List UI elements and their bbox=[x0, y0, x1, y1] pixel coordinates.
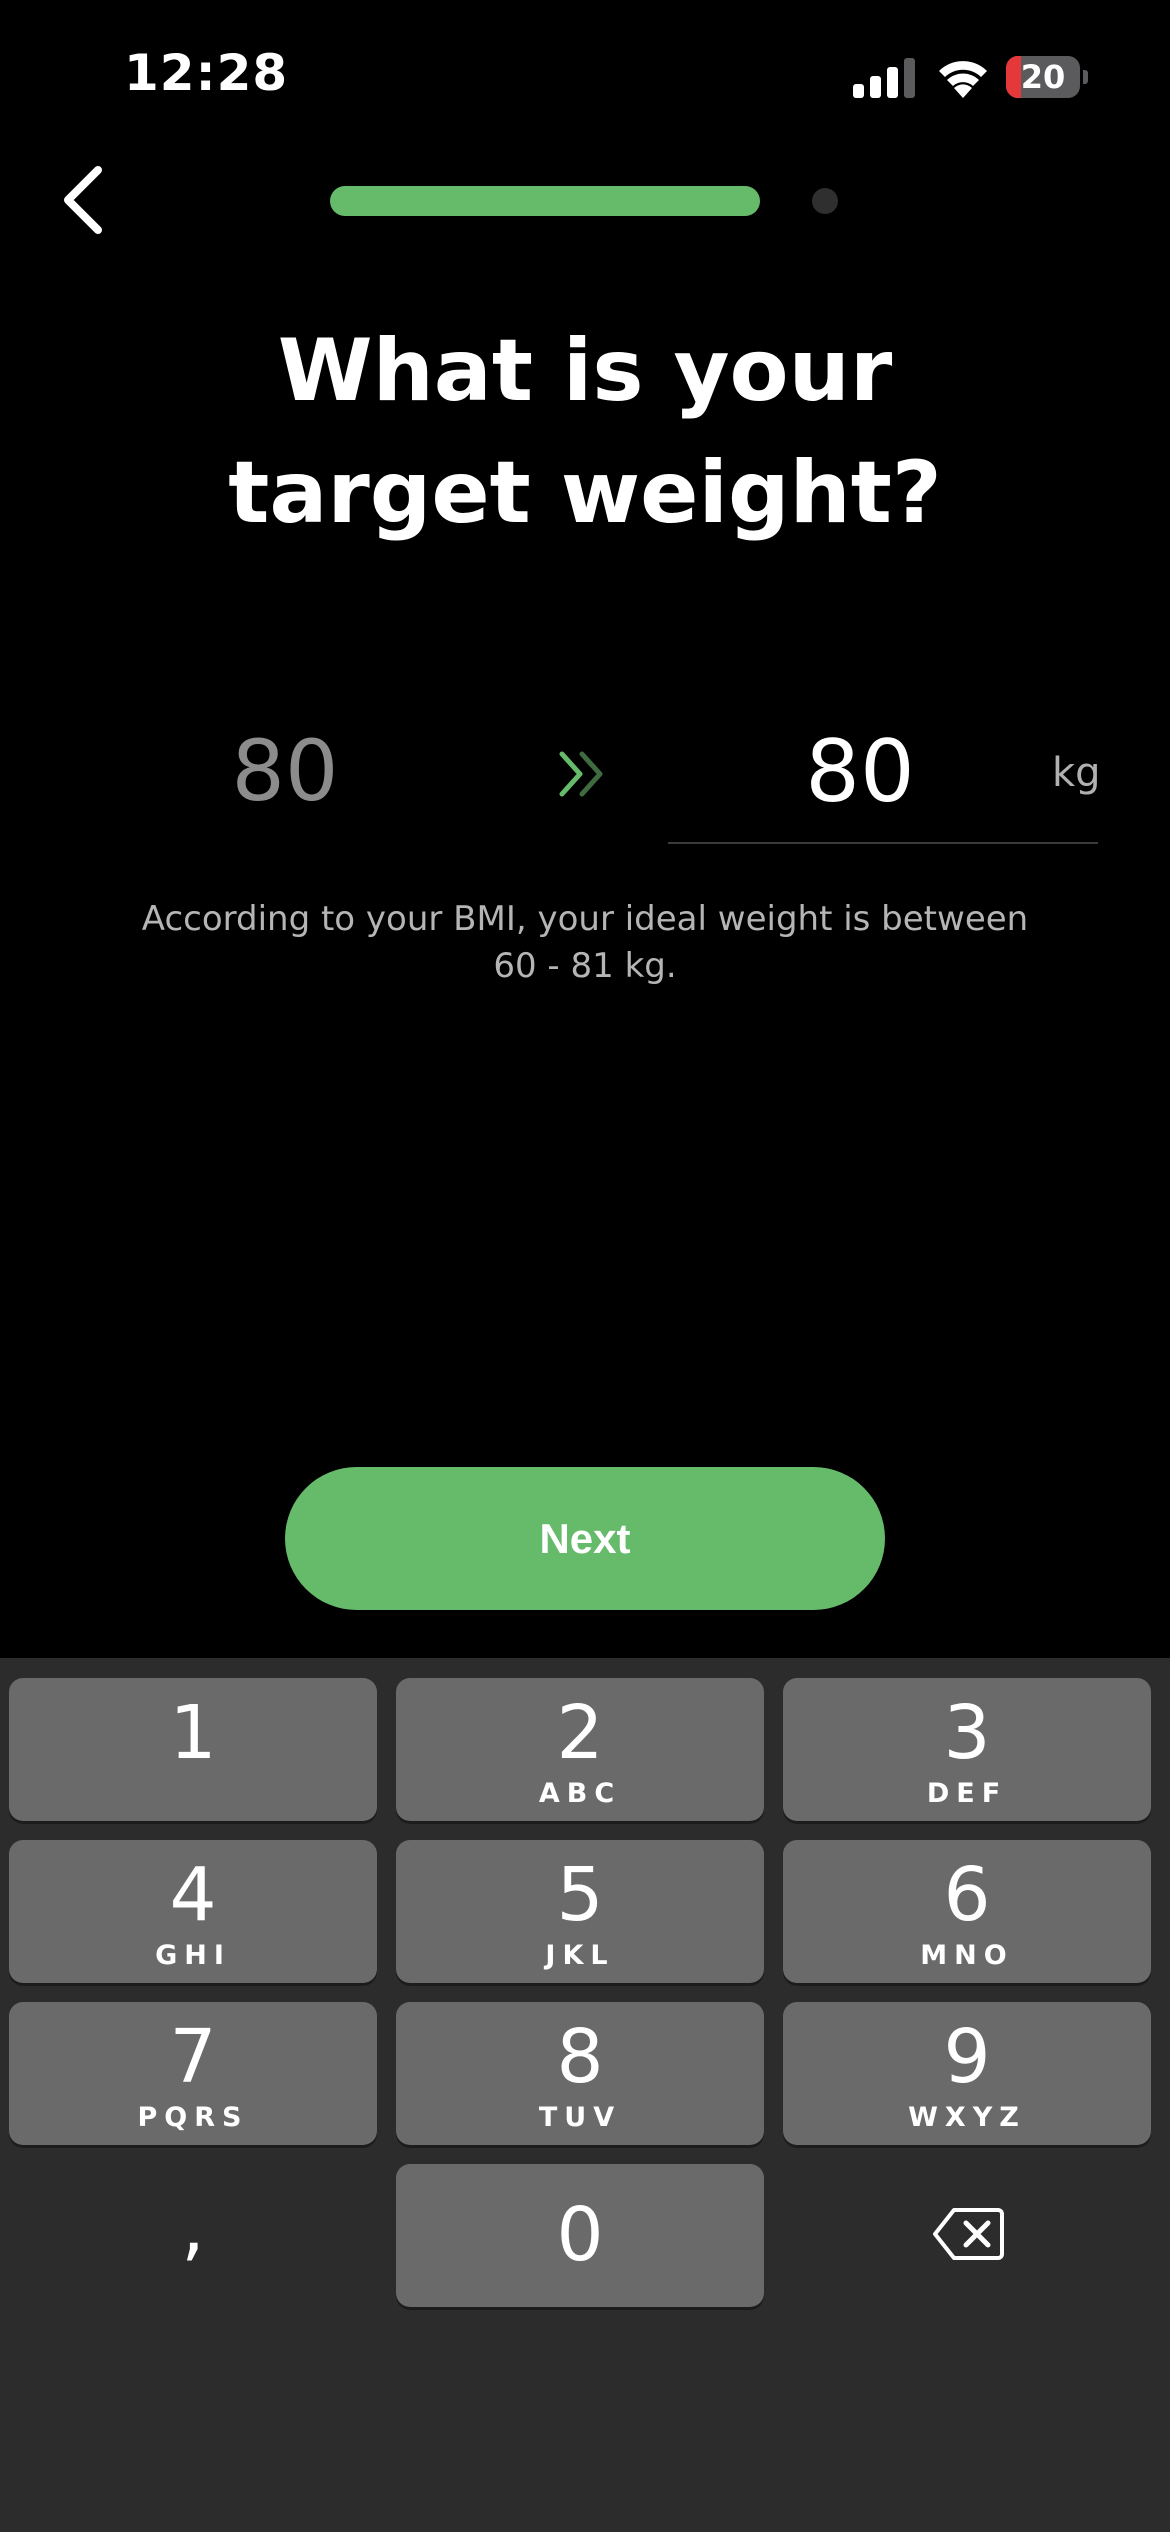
current-weight-value: 80 bbox=[231, 722, 339, 820]
progress-fill bbox=[330, 186, 760, 216]
next-button[interactable]: Next bbox=[285, 1467, 885, 1610]
key-4[interactable]: 4 GHI bbox=[9, 1840, 377, 1983]
key-8[interactable]: 8 TUV bbox=[396, 2002, 764, 2145]
backspace-icon[interactable] bbox=[932, 2206, 1004, 2262]
target-weight-input[interactable]: 80 bbox=[668, 712, 1098, 844]
key-6[interactable]: 6 MNO bbox=[783, 1840, 1151, 1983]
battery-icon: 20 bbox=[1006, 56, 1088, 98]
target-weight-value: 80 bbox=[805, 722, 915, 822]
bmi-note: According to your BMI, your ideal weight… bbox=[141, 899, 1029, 986]
key-1[interactable]: 1 bbox=[9, 1678, 377, 1821]
key-2[interactable]: 2 ABC bbox=[396, 1678, 764, 1821]
status-time: 12:28 bbox=[124, 44, 289, 102]
battery-percent: 20 bbox=[1020, 58, 1066, 96]
key-7[interactable]: 7 PQRS bbox=[9, 2002, 377, 2145]
cellular-signal-icon bbox=[853, 58, 915, 98]
back-button[interactable] bbox=[54, 162, 114, 238]
key-0[interactable]: 0 bbox=[396, 2164, 764, 2307]
page-title: What is your target weight? bbox=[228, 321, 942, 543]
status-bar: 12:28 20 bbox=[0, 0, 1170, 150]
key-3[interactable]: 3 DEF bbox=[783, 1678, 1151, 1821]
progress-bar bbox=[330, 186, 792, 216]
wifi-icon bbox=[939, 61, 987, 98]
unit-label: kg bbox=[1052, 750, 1101, 796]
progress-step-dot bbox=[812, 188, 838, 214]
key-9[interactable]: 9 WXYZ bbox=[783, 2002, 1151, 2145]
double-chevron-right-icon bbox=[559, 751, 603, 797]
key-5[interactable]: 5 JKL bbox=[396, 1840, 764, 1983]
key-comma[interactable]: , bbox=[9, 2164, 377, 2307]
